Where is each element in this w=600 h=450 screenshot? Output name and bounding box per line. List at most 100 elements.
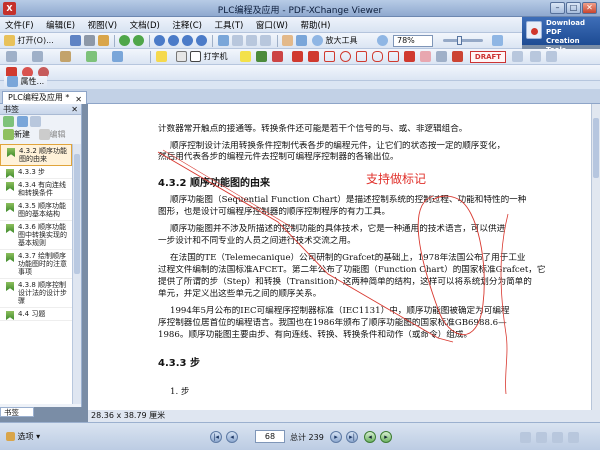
rotate-button[interactable] [218, 35, 229, 47]
continuous-facing-icon[interactable] [568, 432, 579, 443]
menu-help[interactable]: 帮助(H) [295, 17, 335, 33]
page-layout-button[interactable] [32, 51, 43, 63]
measure-tool-button[interactable] [436, 51, 447, 63]
eraser-tool-button[interactable] [420, 51, 431, 63]
forward-button[interactable] [133, 35, 144, 47]
zoom-plus-button[interactable] [492, 35, 503, 47]
annotation-text[interactable]: 支持做标记 [366, 170, 426, 187]
prev-page-button[interactable] [168, 35, 179, 47]
email-button[interactable] [98, 35, 109, 47]
back-view-button[interactable]: ◂ [364, 431, 376, 443]
arrow-tool-button[interactable] [308, 51, 319, 63]
collapse-icon[interactable] [16, 116, 28, 127]
document-tab[interactable]: PLC编程及应用 * ✕ [2, 91, 87, 104]
chevron-down-icon [512, 51, 523, 62]
image-button[interactable] [86, 51, 97, 63]
typewriter-button[interactable]: 打字机 [190, 51, 228, 63]
pencil-tool-button[interactable] [404, 51, 415, 63]
edit-bookmark-button[interactable]: 编辑 [38, 129, 66, 140]
new-bookmark-button[interactable]: 新建 [3, 129, 30, 140]
last-page-nav-button[interactable]: ▸| [346, 431, 358, 443]
zoom-in-tool-button[interactable]: 放大工具 [312, 35, 358, 47]
panel-close-icon[interactable]: ✕ [71, 104, 78, 115]
oval-tool-button[interactable] [340, 51, 351, 63]
paragraph: 序控制器位居首位的编程语言。我国也在1986年颁布了顺序功能图的国家标准GB69… [158, 318, 507, 328]
line-tool-button[interactable] [292, 51, 303, 63]
show-comments-button[interactable] [546, 51, 557, 63]
paragraph: 顺序功能图并不涉及所描述的控制功能的具体技术，它是一种通用的技术语言，可以供进 [170, 224, 506, 234]
bookmark-options-icon[interactable] [30, 116, 42, 127]
comments-list-button[interactable] [530, 51, 541, 63]
list-item[interactable]: 4.3.4 有向连线和转换条件 [0, 179, 72, 200]
list-item[interactable]: 4.3.3 步 [0, 166, 72, 179]
polygon-tool-button[interactable] [356, 51, 367, 63]
cloud-tool-button[interactable] [372, 51, 383, 63]
hand-tool-button[interactable] [282, 35, 293, 47]
attach-button[interactable] [60, 51, 71, 63]
list-item[interactable]: 4.3.7 绘制顺序功能图时的注意事项 [0, 250, 72, 279]
highlight-button[interactable] [240, 51, 251, 63]
section-heading: 4.3.2 顺序功能图的由来 [158, 178, 270, 189]
prev-page-nav-button[interactable]: ◂ [226, 431, 238, 443]
last-page-button[interactable] [196, 35, 207, 47]
list-item[interactable]: 4.3.2 顺序功能图的由来 [0, 144, 72, 166]
list-item[interactable]: 4.3.6 顺序功能图中转换实现的基本规则 [0, 221, 72, 250]
single-page-icon[interactable] [520, 432, 531, 443]
menu-tools[interactable]: 工具(T) [210, 17, 249, 33]
zoom-slider-knob[interactable] [457, 36, 462, 45]
strikeout-button[interactable] [272, 51, 283, 63]
menu-edit[interactable]: 编辑(E) [41, 17, 80, 33]
zoom-level-field[interactable]: 78% [393, 35, 433, 47]
link-button[interactable] [112, 51, 123, 63]
print-button[interactable] [84, 35, 95, 47]
back-button[interactable] [119, 35, 130, 47]
paragraph: 过程文件编制的法国标准AFCET。第二年公布了功能图（Function Char… [158, 265, 546, 275]
minimize-button[interactable]: – [550, 2, 565, 14]
view-options-button[interactable] [6, 51, 17, 63]
list-item[interactable]: 4.3.5 顺序功能图的基本结构 [0, 200, 72, 221]
list-item[interactable]: 4.3.8 顺序控制设计法的设计步骤 [0, 279, 72, 308]
fit-width-button[interactable] [246, 35, 257, 47]
forward-view-button[interactable]: ▸ [380, 431, 392, 443]
zoom-slider[interactable] [443, 36, 483, 45]
actual-size-button[interactable] [260, 35, 271, 47]
facing-pages-icon[interactable] [552, 432, 563, 443]
document-viewer[interactable]: 计数器常开触点的接通等。转换条件还可能是若干个信号的与、或、非逻辑组合。 顺序控… [88, 104, 600, 410]
draft-stamp-button[interactable]: DRAFT [470, 51, 506, 63]
menu-file[interactable]: 文件(F) [0, 17, 39, 33]
menu-document[interactable]: 文档(D) [125, 17, 165, 33]
next-page-button[interactable] [182, 35, 193, 47]
rectangle-tool-button[interactable] [324, 51, 335, 63]
close-button[interactable]: ✕ [582, 2, 597, 14]
menu-comment[interactable]: 注释(C) [167, 17, 207, 33]
text-box-button[interactable] [176, 51, 187, 63]
bookmark-scroll-thumb[interactable] [74, 154, 80, 274]
polyline-tool-button[interactable] [388, 51, 399, 63]
document-scrollbar[interactable] [591, 104, 600, 410]
menu-window[interactable]: 窗口(W) [251, 17, 293, 33]
continuous-page-icon[interactable] [536, 432, 547, 443]
stamp-dropdown-button[interactable] [512, 51, 523, 63]
underline-button[interactable] [256, 51, 267, 63]
save-button[interactable] [70, 35, 81, 47]
page-number-input[interactable]: 68 [255, 430, 285, 443]
expand-icon[interactable] [3, 116, 14, 127]
first-page-button[interactable] [154, 35, 165, 47]
properties-button[interactable]: 属性... [4, 76, 48, 88]
note-button[interactable] [156, 51, 167, 63]
menu-bar: 文件(F) 编辑(E) 视图(V) 文档(D) 注释(C) 工具(T) 窗口(W… [0, 17, 522, 33]
first-page-nav-button[interactable]: |◂ [210, 431, 222, 443]
document-scroll-thumb[interactable] [593, 118, 599, 178]
bookmark-scrollbar[interactable] [72, 144, 81, 404]
list-item[interactable]: 4.4 习题 [0, 308, 72, 321]
next-page-nav-button[interactable]: ▸ [330, 431, 342, 443]
maximize-button[interactable]: □ [566, 2, 581, 14]
download-pdf-tools-banner[interactable]: Download PDF Creation Tools [522, 17, 600, 54]
open-button[interactable]: 打开(O)... [4, 35, 54, 47]
fit-page-button[interactable] [232, 35, 243, 47]
stamp-tool-button[interactable] [452, 51, 463, 63]
options-button[interactable]: 选项 ▾ [6, 431, 40, 442]
menu-view[interactable]: 视图(V) [83, 17, 122, 33]
select-text-button[interactable] [296, 35, 307, 47]
zoom-out-button[interactable] [377, 35, 388, 47]
